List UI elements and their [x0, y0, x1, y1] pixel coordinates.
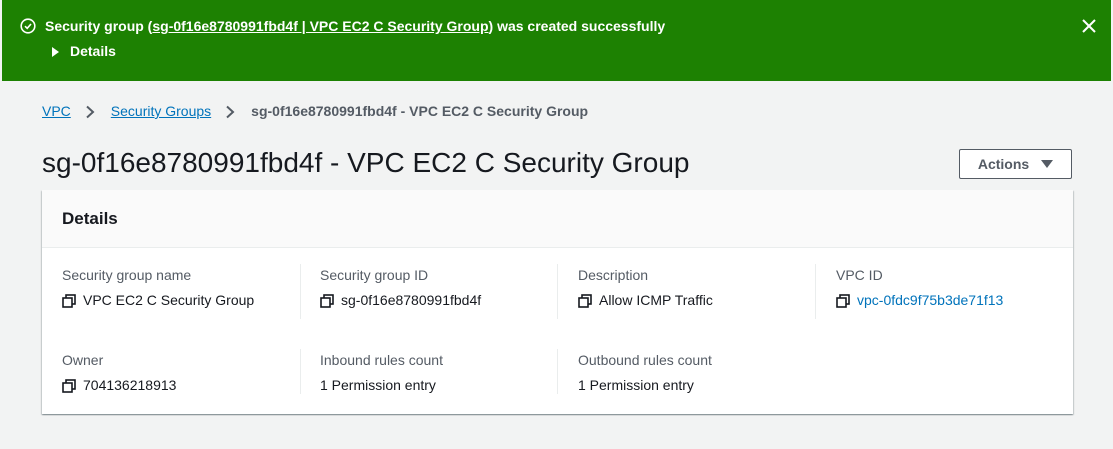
field-security-group-id: Security group ID sg-0f16e8780991fbd4f [320, 267, 560, 309]
actions-button-label: Actions [977, 156, 1030, 172]
flash-message: Security group (sg-0f16e8780991fbd4f | V… [45, 18, 665, 35]
field-value-text: VPC EC2 C Security Group [83, 292, 255, 308]
flash-security-group-link[interactable]: sg-0f16e8780991fbd4f | VPC EC2 C Securit… [152, 18, 488, 34]
field-value: Allow ICMP Traffic [578, 292, 818, 309]
field-security-group-name: Security group name VPC EC2 C Security G… [62, 267, 302, 309]
copy-icon[interactable] [62, 293, 76, 308]
field-label: Outbound rules count [578, 352, 712, 368]
field-value: vpc-0fdc9f75b3de71f13 [836, 292, 1076, 309]
field-label: Inbound rules count [320, 352, 443, 368]
success-check-icon [20, 18, 36, 34]
field-value-text: 1 Permission entry [320, 377, 436, 393]
field-value-text: 1 Permission entry [578, 377, 694, 393]
field-description: Description Allow ICMP Traffic [578, 267, 818, 309]
flash-details-toggle[interactable]: Details [52, 43, 116, 60]
field-value-text: sg-0f16e8780991fbd4f [341, 292, 482, 308]
caret-right-icon [52, 46, 59, 57]
field-value: VPC EC2 C Security Group [62, 292, 302, 309]
field-label: Security group ID [320, 267, 429, 283]
copy-icon[interactable] [62, 378, 76, 393]
field-label: Owner [62, 352, 104, 368]
details-panel: Details Security group name VPC EC2 C Se… [42, 190, 1073, 414]
field-value: 704136218913 [62, 377, 302, 394]
field-value: 1 Permission entry [320, 377, 560, 394]
breadcrumb-current: sg-0f16e8780991fbd4f - VPC EC2 C Securit… [251, 103, 589, 119]
actions-dropdown-button[interactable]: Actions [959, 149, 1072, 179]
field-label: Description [578, 267, 649, 283]
chevron-right-icon [86, 105, 95, 118]
details-panel-title: Details [62, 209, 118, 228]
field-value-text: 704136218913 [83, 377, 177, 393]
flash-details-label: Details [70, 43, 116, 59]
success-flashbar: Security group (sg-0f16e8780991fbd4f | V… [2, 0, 1111, 81]
vpc-id-link[interactable]: vpc-0fdc9f75b3de71f13 [857, 292, 1003, 309]
flash-message-suffix: ) was created successfully [488, 18, 666, 34]
field-label: VPC ID [836, 267, 883, 283]
field-value: 1 Permission entry [578, 377, 818, 394]
breadcrumb: VPC Security Groups sg-0f16e8780991fbd4f… [42, 103, 588, 120]
breadcrumb-vpc-link[interactable]: VPC [42, 103, 71, 120]
copy-icon[interactable] [836, 293, 850, 308]
field-label: Security group name [62, 267, 192, 283]
breadcrumb-security-groups-link[interactable]: Security Groups [111, 103, 211, 120]
copy-icon[interactable] [578, 293, 592, 308]
field-owner: Owner 704136218913 [62, 352, 302, 394]
field-inbound-rules-count: Inbound rules count 1 Permission entry [320, 352, 560, 394]
page-title: sg-0f16e8780991fbd4f - VPC EC2 C Securit… [42, 147, 690, 178]
chevron-right-icon [226, 105, 235, 118]
field-value-text: Allow ICMP Traffic [599, 292, 713, 308]
caret-down-icon [1041, 160, 1054, 168]
close-icon[interactable] [1081, 18, 1097, 34]
field-value: sg-0f16e8780991fbd4f [320, 292, 560, 309]
field-vpc-id: VPC ID vpc-0fdc9f75b3de71f13 [836, 267, 1076, 309]
field-outbound-rules-count: Outbound rules count 1 Permission entry [578, 352, 818, 394]
copy-icon[interactable] [320, 293, 334, 308]
flash-message-prefix: Security group ( [45, 18, 153, 34]
details-panel-header: Details [42, 190, 1073, 248]
